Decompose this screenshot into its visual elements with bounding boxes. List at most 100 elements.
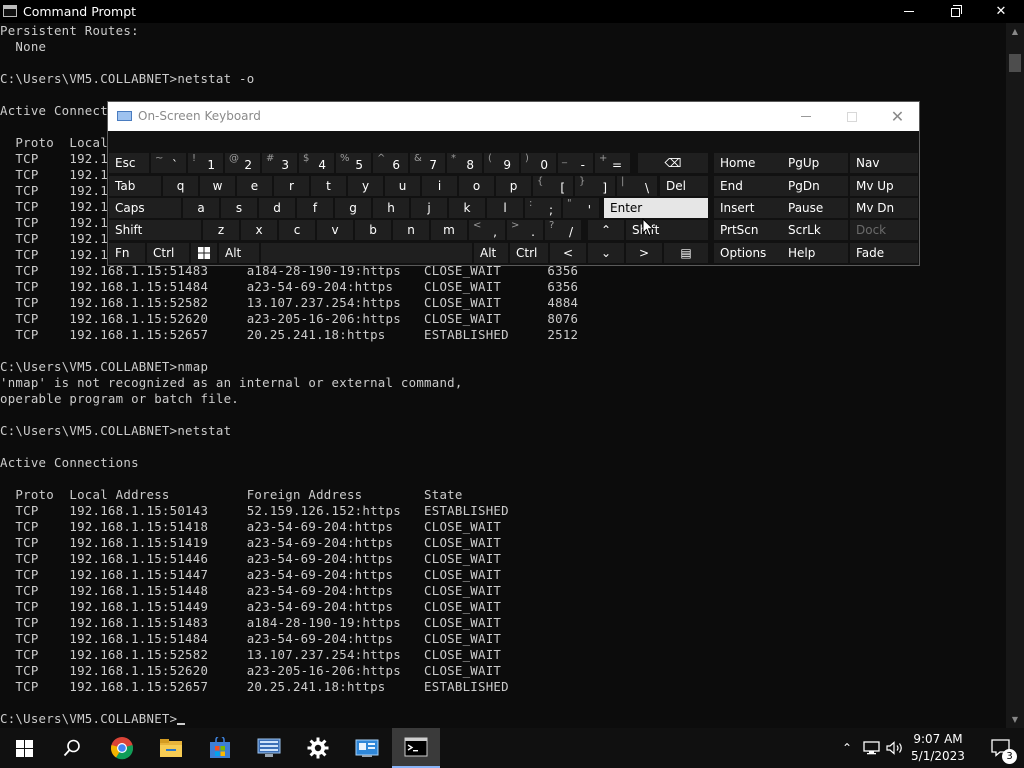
key-punctuation[interactable]: ? / <box>545 220 581 240</box>
key-backspace[interactable]: ⌫ <box>638 153 708 173</box>
scroll-down-icon[interactable]: ▼ <box>1006 711 1024 728</box>
osk-maximize-button[interactable] <box>829 102 874 131</box>
key-letter[interactable]: e <box>237 176 272 196</box>
key-punctuation[interactable]: >. <box>507 220 543 240</box>
key-dock[interactable]: Dock <box>850 220 918 240</box>
key-ctrl-right[interactable]: Ctrl <box>510 243 548 263</box>
osk-titlebar[interactable]: On-Screen Keyboard ✕ <box>108 102 919 131</box>
key-shift-right[interactable]: Shift <box>626 220 708 240</box>
restore-button[interactable] <box>932 0 978 23</box>
key-esc[interactable]: Esc <box>109 153 149 173</box>
key-letter[interactable]: d <box>259 198 295 218</box>
key-punctuation[interactable]: " ' <box>563 198 599 218</box>
key-up-arrow[interactable]: ⌃ <box>588 220 624 240</box>
key-letter[interactable]: z <box>203 220 239 240</box>
show-hidden-icons[interactable]: ⌃ <box>838 728 856 768</box>
scroll-thumb[interactable] <box>1009 54 1021 72</box>
key-punctuation[interactable]: <, <box>469 220 505 240</box>
key-help[interactable]: Help <box>782 243 848 263</box>
key-letter[interactable]: b <box>355 220 391 240</box>
key-del[interactable]: Del <box>660 176 708 196</box>
key-number-row[interactable]: ~ ` <box>151 153 186 173</box>
key-letter[interactable]: n <box>393 220 429 240</box>
key-letter[interactable]: q <box>163 176 198 196</box>
key-bracket[interactable]: | \ <box>617 176 657 196</box>
key-down-arrow[interactable]: ⌄ <box>588 243 624 263</box>
key-ctrl-left[interactable]: Ctrl <box>147 243 189 263</box>
key-left-arrow[interactable]: < <box>550 243 586 263</box>
key-alt-right[interactable]: Alt <box>474 243 508 263</box>
key-letter[interactable]: x <box>241 220 277 240</box>
key-letter[interactable]: l <box>487 198 523 218</box>
key-pgdn[interactable]: PgDn <box>782 176 848 196</box>
key-caps[interactable]: Caps <box>109 198 181 218</box>
key-letter[interactable]: k <box>449 198 485 218</box>
key-letter[interactable]: h <box>373 198 409 218</box>
key-options[interactable]: Options <box>714 243 782 263</box>
key-number-row[interactable]: ) 0 <box>521 153 556 173</box>
key-number-row[interactable]: ! 1 <box>188 153 223 173</box>
console-scrollbar[interactable]: ▲ ▼ <box>1006 23 1024 728</box>
key-number-row[interactable]: #3 <box>262 153 297 173</box>
key-letter[interactable]: r <box>274 176 309 196</box>
key-bracket[interactable]: {[ <box>533 176 573 196</box>
key-nav[interactable]: Nav <box>850 153 918 173</box>
key-right-arrow[interactable]: > <box>626 243 662 263</box>
key-letter[interactable]: f <box>297 198 333 218</box>
volume-control[interactable] <box>884 728 906 768</box>
key-letter[interactable]: p <box>496 176 531 196</box>
osk-close-button[interactable]: ✕ <box>875 102 920 131</box>
taskbar-chrome[interactable] <box>98 728 146 768</box>
key-prtscn[interactable]: PrtScn <box>714 220 782 240</box>
key-letter[interactable]: g <box>335 198 371 218</box>
key-alt-left[interactable]: Alt <box>219 243 259 263</box>
osk-minimize-button[interactable] <box>783 102 828 131</box>
key-punctuation[interactable]: :; <box>525 198 561 218</box>
key-letter[interactable]: u <box>385 176 420 196</box>
scroll-up-icon[interactable]: ▲ <box>1006 23 1024 40</box>
key-mvdn[interactable]: Mv Dn <box>850 198 918 218</box>
key-mvup[interactable]: Mv Up <box>850 176 918 196</box>
taskbar-command-prompt[interactable] <box>392 728 440 768</box>
key-home[interactable]: Home <box>714 153 782 173</box>
cmd-titlebar[interactable]: Command Prompt ✕ <box>0 0 1024 23</box>
key-number-row[interactable]: @2 <box>225 153 260 173</box>
taskbar-settings[interactable] <box>294 728 342 768</box>
key-windows[interactable] <box>191 243 217 263</box>
key-bracket[interactable]: }] <box>575 176 615 196</box>
key-letter[interactable]: j <box>411 198 447 218</box>
key-number-row[interactable]: + = <box>595 153 630 173</box>
key-number-row[interactable]: $4 <box>299 153 334 173</box>
key-fn[interactable]: Fn <box>109 243 145 263</box>
key-letter[interactable]: m <box>431 220 467 240</box>
minimize-button[interactable] <box>886 0 932 23</box>
key-pgup[interactable]: PgUp <box>782 153 848 173</box>
key-shift-left[interactable]: Shift <box>109 220 201 240</box>
key-number-row[interactable]: * 8 <box>447 153 482 173</box>
taskbar-file-explorer[interactable] <box>147 728 195 768</box>
key-insert[interactable]: Insert <box>714 198 782 218</box>
network-status[interactable] <box>860 728 882 768</box>
key-number-row[interactable]: ^ 6 <box>373 153 408 173</box>
action-center-button[interactable]: 3 <box>978 728 1024 768</box>
taskbar-network-app[interactable] <box>245 728 293 768</box>
key-enter[interactable]: Enter <box>604 198 708 218</box>
key-number-row[interactable]: _ - <box>558 153 593 173</box>
taskbar-store[interactable] <box>196 728 244 768</box>
key-pause[interactable]: Pause <box>782 198 848 218</box>
key-end[interactable]: End <box>714 176 782 196</box>
search-button[interactable] <box>48 728 96 768</box>
key-letter[interactable]: c <box>279 220 315 240</box>
key-letter[interactable]: s <box>221 198 257 218</box>
key-tab[interactable]: Tab <box>109 176 161 196</box>
key-letter[interactable]: y <box>348 176 383 196</box>
key-menu[interactable]: ▤ <box>664 243 708 263</box>
system-clock[interactable]: 9:07 AM 5/1/2023 <box>906 731 970 765</box>
key-number-row[interactable]: % 5 <box>336 153 371 173</box>
key-number-row[interactable]: (9 <box>484 153 519 173</box>
close-button[interactable]: ✕ <box>978 0 1024 23</box>
key-number-row[interactable]: & 7 <box>410 153 445 173</box>
key-scrlk[interactable]: ScrLk <box>782 220 848 240</box>
key-fade[interactable]: Fade <box>850 243 918 263</box>
key-space[interactable] <box>261 243 472 263</box>
